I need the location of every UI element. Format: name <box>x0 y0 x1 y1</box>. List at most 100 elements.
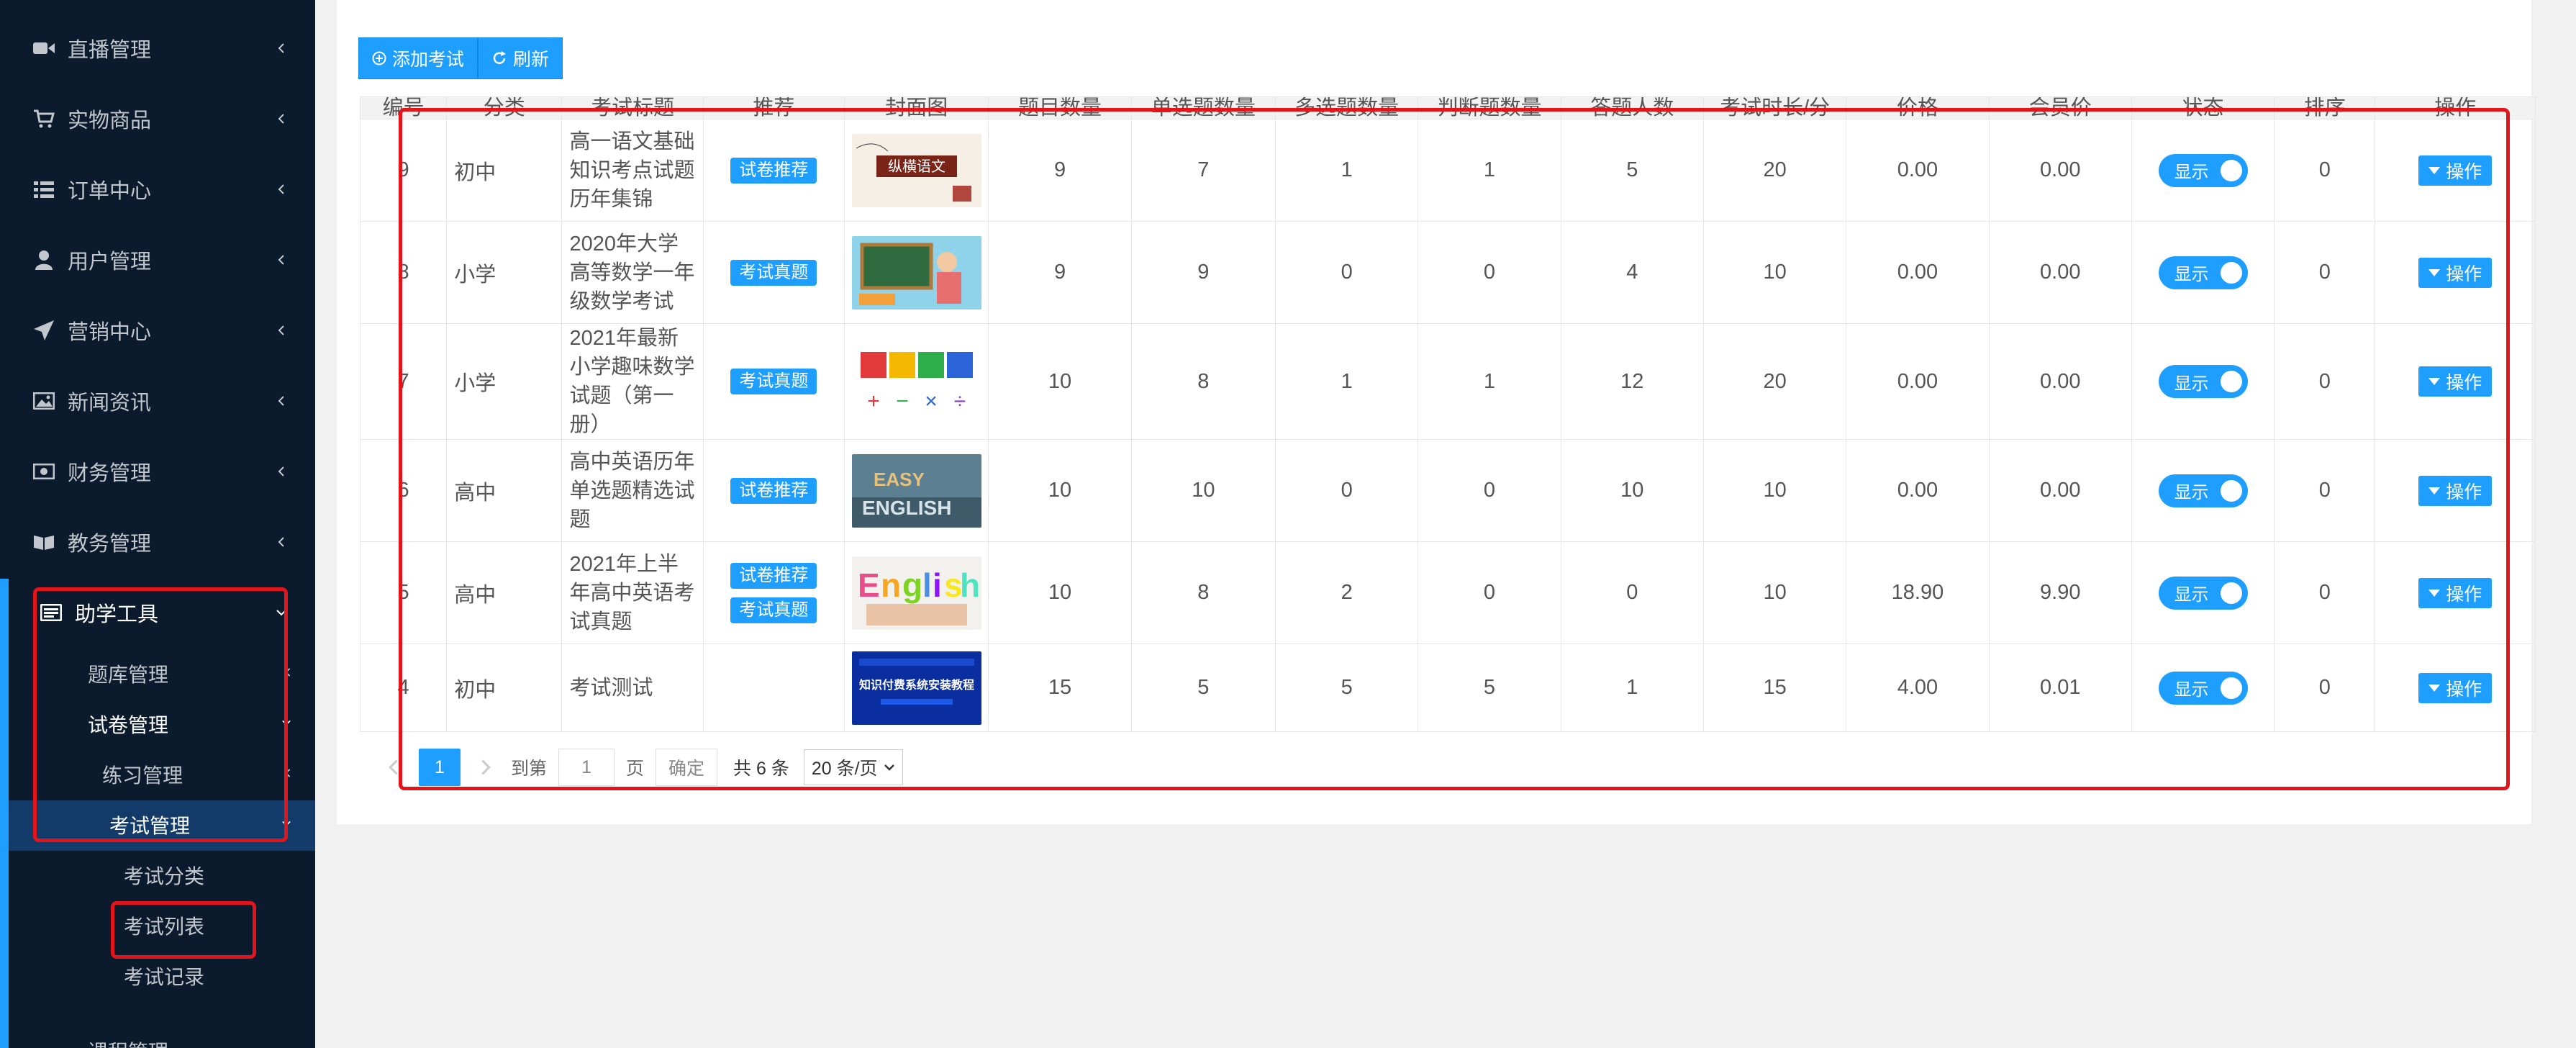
svg-text:i: i <box>933 566 942 604</box>
sidebar-subitem-tiku[interactable]: 题库管理 <box>88 659 168 688</box>
table-row: 9 初中 高一语文基础知识考点试题历年集锦 试卷推荐 纵横语文 9 7 1 1 5 20 0.00 0.… <box>359 119 2536 222</box>
confirm-page-button[interactable]: 确定 <box>656 749 718 786</box>
sidebar-item-orders[interactable]: 订单中心 <box>0 154 315 225</box>
cell-q: 9 <box>988 119 1132 222</box>
sidebar-subitem-kaoshi-fenlei[interactable]: 考试分类 <box>124 861 204 890</box>
cell-cat: 小学 <box>446 221 563 324</box>
cell-vip: 0.01 <box>1988 643 2132 732</box>
sidebar-subitem-kaoshi-jilu[interactable]: 考试记录 <box>124 962 204 990</box>
svg-text:ENGLISH: ENGLISH <box>862 497 951 519</box>
column-header: 价格 <box>1846 96 1990 119</box>
toggle-knob <box>2220 261 2242 284</box>
column-header: 题目数量 <box>988 96 1132 119</box>
cell-people: 10 <box>1560 439 1704 542</box>
cell-people: 0 <box>1560 541 1704 644</box>
action-dropdown-button[interactable]: 操作 <box>2418 257 2493 288</box>
cell-recommend: 考试真题 <box>702 323 845 440</box>
sidebar-item-academic[interactable]: 教务管理 <box>0 507 315 577</box>
cell-single: 8 <box>1130 541 1276 644</box>
action-dropdown-button[interactable]: 操作 <box>2418 577 2493 608</box>
cell-multi: 1 <box>1275 119 1419 222</box>
table-row: 5 高中 2021年上半年高中英语考试真题 试卷推荐考试真题 En g l i s h 10 8 2 0 0… <box>359 541 2536 644</box>
column-header: 推荐 <box>702 96 845 119</box>
table-row: 6 高中 高中英语历年单选题精选试题 试卷推荐 EASY ENGLISH 10 10 0 0 10 1… <box>359 439 2536 542</box>
action-label: 操作 <box>2446 263 2482 284</box>
svg-text:÷: ÷ <box>954 389 966 413</box>
sidebar-item-study-tools[interactable]: 助学工具 <box>0 577 315 648</box>
table-body: 9 初中 高一语文基础知识考点试题历年集锦 试卷推荐 纵横语文 9 7 1 1 5 20 0.00 0.… <box>359 119 2536 732</box>
action-dropdown-button[interactable]: 操作 <box>2418 366 2493 397</box>
status-toggle[interactable]: 显示 <box>2158 576 2248 610</box>
chevron-left-icon <box>285 668 291 677</box>
sidebar-item-label: 财务管理 <box>68 462 152 485</box>
cell-dur: 15 <box>1702 643 1847 732</box>
svg-text:E: E <box>858 566 880 604</box>
status-toggle[interactable]: 显示 <box>2158 153 2248 187</box>
cell-judge: 0 <box>1418 439 1561 542</box>
sidebar-subitem-kaoshi-liebiao[interactable]: 考试列表 <box>124 911 204 940</box>
cell-id: 9 <box>359 119 448 222</box>
cart-icon <box>32 107 56 131</box>
chevron-left-icon <box>278 466 284 476</box>
cover-image: + − × ÷ <box>852 345 982 418</box>
cell-cover: 纵横语文 <box>844 119 989 222</box>
action-dropdown-button[interactable]: 操作 <box>2418 475 2493 506</box>
action-dropdown-button[interactable]: 操作 <box>2418 155 2493 186</box>
cell-cover: English <box>844 541 989 644</box>
column-header: 单选题数量 <box>1130 96 1276 119</box>
video-icon <box>32 36 56 60</box>
cell-dur: 10 <box>1702 439 1847 542</box>
chevron-left-icon <box>285 769 291 777</box>
cell-actions: 操作 <box>2375 119 2536 222</box>
sidebar-item-marketing[interactable]: 营销中心 <box>0 295 315 366</box>
sidebar-item-label: 新闻资讯 <box>68 392 152 415</box>
cell-recommend: 试卷推荐 <box>702 119 845 222</box>
cell-id: 4 <box>359 643 448 732</box>
sidebar-subitem-shijuan[interactable]: 试卷管理 <box>88 710 168 738</box>
current-page-button[interactable]: 1 <box>419 749 461 786</box>
action-label: 操作 <box>2446 679 2482 700</box>
caret-down-icon <box>2428 166 2441 174</box>
sidebar-item-live[interactable]: 直播管理 <box>0 13 315 83</box>
action-label: 操作 <box>2446 373 2482 393</box>
sidebar-item-users[interactable]: 用户管理 <box>0 225 315 295</box>
column-header: 分类 <box>446 96 563 119</box>
cell-sort: 0 <box>2274 439 2376 542</box>
cell-status: 显示 <box>2131 323 2275 440</box>
cell-judge: 0 <box>1418 221 1561 324</box>
caret-down-icon <box>2428 378 2441 385</box>
sidebar-subitem-lianxi[interactable]: 练习管理 <box>102 760 183 789</box>
cell-cover: + − × ÷ <box>844 323 989 440</box>
prev-page-icon[interactable] <box>386 759 402 775</box>
status-toggle[interactable]: 显示 <box>2158 365 2248 398</box>
cell-cat: 初中 <box>446 119 563 222</box>
column-header: 考试时长/分 <box>1702 96 1847 119</box>
sidebar-item-goods[interactable]: 实物商品 <box>0 83 315 154</box>
add-exam-button[interactable]: 添加考试 <box>358 37 479 79</box>
sidebar-subitem-kaoshi[interactable]: 考试管理 <box>109 810 190 839</box>
sidebar-item-finance[interactable]: 财务管理 <box>0 436 315 507</box>
chevron-left-icon <box>278 43 284 53</box>
cell-status: 显示 <box>2131 221 2275 324</box>
column-header: 考试标题 <box>561 96 704 119</box>
sidebar-item-partial[interactable]: 课程管理 <box>88 1036 168 1048</box>
page-size-select[interactable]: 20 条/页 <box>803 749 903 785</box>
next-page-icon[interactable] <box>478 759 494 775</box>
goto-page-input[interactable]: 1 <box>558 749 615 786</box>
status-toggle[interactable]: 显示 <box>2158 671 2248 705</box>
cell-sort: 0 <box>2274 323 2376 440</box>
refresh-button[interactable]: 刷新 <box>478 37 563 79</box>
sidebar: 直播管理 实物商品 订单中心 用户管理 营销中心 新闻资讯 财务管理 教务管理 <box>0 0 315 1048</box>
toggle-knob <box>2220 479 2242 502</box>
toolbar: 添加考试 刷新 <box>358 37 563 79</box>
cell-recommend: 试卷推荐考试真题 <box>702 541 845 644</box>
sidebar-item-news[interactable]: 新闻资讯 <box>0 366 315 436</box>
book-icon <box>32 530 56 554</box>
status-toggle[interactable]: 显示 <box>2158 256 2248 289</box>
status-toggle[interactable]: 显示 <box>2158 474 2248 507</box>
recommend-badge: 考试真题 <box>730 597 817 623</box>
cell-status: 显示 <box>2131 439 2275 542</box>
money-icon <box>32 459 56 484</box>
status-label: 显示 <box>2174 163 2209 182</box>
action-dropdown-button[interactable]: 操作 <box>2418 672 2493 703</box>
